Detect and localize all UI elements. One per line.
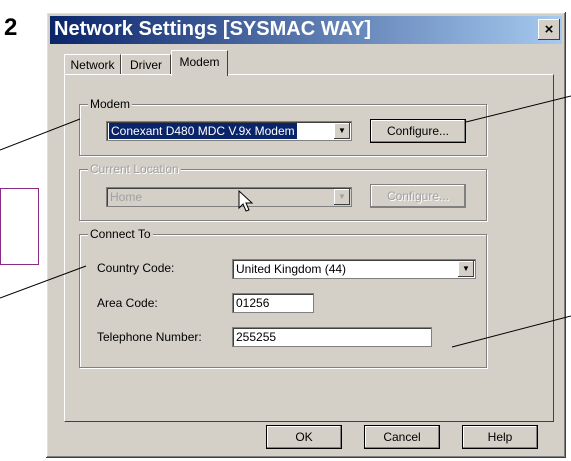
mouse-pointer-icon <box>238 190 254 212</box>
tab-panel-modem: Modem Conexant D480 MDC V.9x Modem ▼ Con… <box>64 74 554 422</box>
location-group-title: Current Location <box>88 162 181 176</box>
telephone-number-label: Telephone Number: <box>97 330 202 344</box>
location-select[interactable]: Home ▼ <box>106 187 352 207</box>
modem-group: Modem Conexant D480 MDC V.9x Modem ▼ Con… <box>79 97 487 156</box>
chevron-down-icon[interactable]: ▼ <box>334 123 350 139</box>
help-button[interactable]: Help <box>462 425 538 449</box>
country-code-value: United Kingdom (44) <box>236 262 347 276</box>
modem-selected-value: Conexant D480 MDC V.9x Modem <box>109 123 297 139</box>
telephone-number-field[interactable]: 255255 <box>232 327 432 347</box>
callout-box <box>0 188 39 265</box>
close-button[interactable]: × <box>538 19 560 40</box>
connect-to-group: Connect To Country Code: United Kingdom … <box>79 227 487 368</box>
country-code-label: Country Code: <box>97 261 175 275</box>
modem-select[interactable]: Conexant D480 MDC V.9x Modem ▼ <box>106 121 352 141</box>
tab-modem[interactable]: Modem <box>171 50 228 76</box>
modem-group-title: Modem <box>88 97 133 111</box>
step-number: 2 <box>4 14 18 41</box>
ok-button[interactable]: OK <box>266 425 342 449</box>
title-bar[interactable]: Network Settings [SYSMAC WAY] × <box>50 16 562 44</box>
area-code-field[interactable]: 01256 <box>232 293 314 313</box>
tab-network[interactable]: Network <box>64 54 121 74</box>
location-selected-value: Home <box>110 190 143 204</box>
tab-driver[interactable]: Driver <box>121 54 171 74</box>
network-settings-dialog: Network Settings [SYSMAC WAY] × Network … <box>46 12 566 458</box>
chevron-down-icon[interactable]: ▼ <box>458 261 474 277</box>
location-group: Current Location Home ▼ Configure... <box>79 162 487 221</box>
modem-configure-button[interactable]: Configure... <box>370 119 466 143</box>
window-title: Network Settings [SYSMAC WAY] <box>54 18 372 40</box>
chevron-down-icon[interactable]: ▼ <box>334 189 350 205</box>
connect-to-group-title: Connect To <box>88 227 153 241</box>
area-code-label: Area Code: <box>97 296 158 310</box>
country-code-select[interactable]: United Kingdom (44) ▼ <box>232 259 476 279</box>
location-configure-button[interactable]: Configure... <box>370 184 466 208</box>
cancel-button[interactable]: Cancel <box>364 425 440 449</box>
